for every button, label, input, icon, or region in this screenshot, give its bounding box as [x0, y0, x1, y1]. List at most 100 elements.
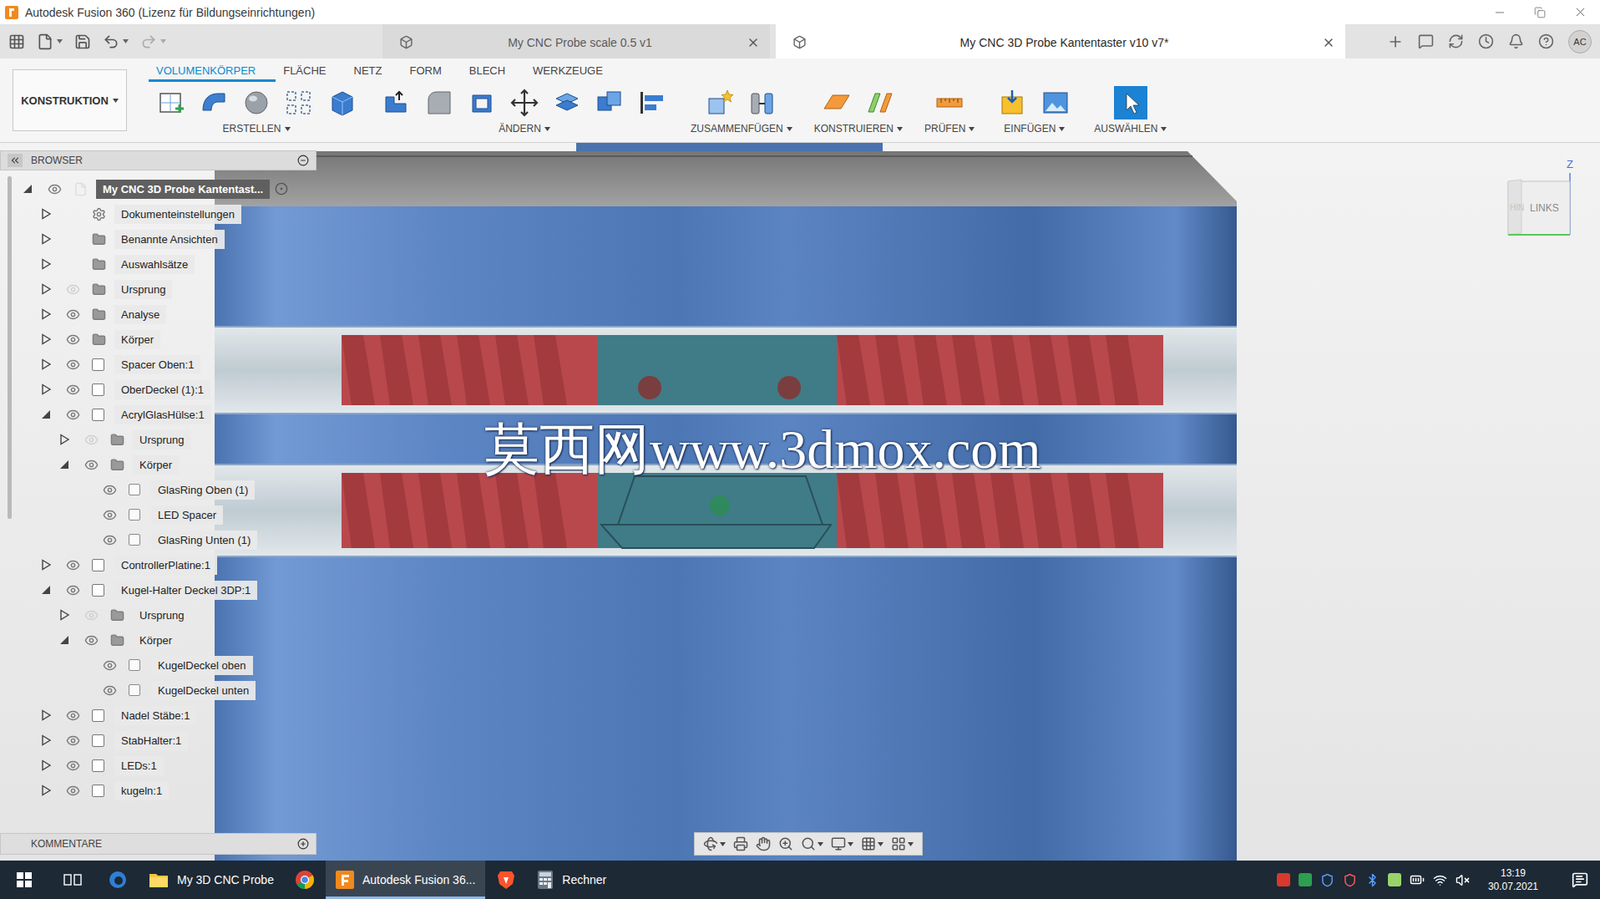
- fit-button[interactable]: [800, 835, 824, 851]
- expanded-arrow-icon[interactable]: [21, 182, 34, 195]
- job-status-icon[interactable]: [1478, 33, 1494, 50]
- collapsed-arrow-icon[interactable]: [40, 383, 52, 395]
- eye-icon[interactable]: [65, 307, 81, 322]
- look-at-button[interactable]: [733, 835, 749, 851]
- orbit-button[interactable]: [703, 835, 726, 851]
- chrome-icon[interactable]: [294, 869, 315, 890]
- caret-down-icon[interactable]: [1058, 126, 1065, 132]
- replace-icon[interactable]: [593, 86, 626, 119]
- collapsed-arrow-icon[interactable]: [40, 232, 52, 245]
- tool-button[interactable]: [197, 86, 231, 120]
- start-button[interactable]: [0, 860, 49, 899]
- collapsed-arrow-icon[interactable]: [58, 433, 71, 446]
- orbit-icon[interactable]: [703, 835, 719, 851]
- eye-icon[interactable]: [65, 733, 81, 748]
- clock[interactable]: 13:1930.07.2021: [1478, 865, 1549, 893]
- eye-icon[interactable]: [65, 708, 81, 723]
- display-button[interactable]: [830, 835, 854, 851]
- tool-button[interactable]: [282, 86, 316, 120]
- tree-label[interactable]: GlasRing Unten (1): [151, 530, 258, 550]
- tree-label[interactable]: My CNC 3D Probe Kantentast...: [96, 179, 270, 199]
- sync-icon[interactable]: [1448, 33, 1464, 50]
- tree-row[interactable]: Körper: [0, 451, 289, 477]
- scrollbar[interactable]: [7, 176, 12, 519]
- viewports-icon[interactable]: [891, 835, 907, 851]
- eye-icon[interactable]: [65, 557, 81, 573]
- tree-label[interactable]: Ursprung: [114, 279, 173, 299]
- undo-button[interactable]: [102, 33, 129, 51]
- eye-icon[interactable]: [65, 582, 81, 598]
- extrude-icon[interactable]: [197, 86, 230, 119]
- tool-button[interactable]: [1038, 86, 1073, 120]
- axis-icon[interactable]: [863, 86, 896, 119]
- caret-down-icon[interactable]: [112, 98, 119, 103]
- tree-label[interactable]: Auswahlsätze: [114, 254, 195, 274]
- tree-label[interactable]: StabHalter:1: [114, 730, 188, 750]
- tree-row[interactable]: Kugel-Halter Deckel 3DP:1: [0, 577, 289, 603]
- decal-icon[interactable]: [1039, 86, 1072, 119]
- caret-down-icon[interactable]: [896, 126, 903, 132]
- tree-row[interactable]: GlasRing Oben (1): [0, 476, 289, 502]
- tree-label[interactable]: Körper: [132, 630, 179, 650]
- ribbon-tab[interactable]: BLECH: [461, 61, 526, 82]
- bluetooth-icon[interactable]: [1365, 872, 1380, 887]
- eye-icon[interactable]: [65, 357, 81, 372]
- caret-down-icon[interactable]: [1160, 126, 1167, 132]
- hidden-eye-icon[interactable]: [65, 282, 81, 297]
- document-tab-label[interactable]: My CNC Probe scale 0.5 v1: [421, 35, 739, 50]
- hidden-eye-icon[interactable]: [84, 432, 99, 447]
- tool-button[interactable]: [745, 86, 780, 120]
- notification-icon[interactable]: [1571, 870, 1589, 888]
- undo-icon[interactable]: [102, 33, 120, 51]
- collapsed-arrow-icon[interactable]: [40, 759, 52, 771]
- tree-row[interactable]: Ursprung: [0, 602, 289, 628]
- collapsed-arrow-icon[interactable]: [40, 283, 52, 295]
- caret-down-icon[interactable]: [544, 126, 551, 132]
- tree-row[interactable]: AcrylGlasHülse:1: [0, 401, 289, 427]
- hidden-eye-icon[interactable]: [84, 607, 99, 623]
- target-icon[interactable]: [274, 182, 289, 196]
- view-cube[interactable]: ZHINLINKS: [1501, 154, 1582, 247]
- eye-icon[interactable]: [65, 382, 81, 397]
- tree-label[interactable]: Körper: [114, 329, 161, 350]
- eye-icon[interactable]: [65, 783, 81, 798]
- caret-down-icon[interactable]: [719, 841, 726, 846]
- tree-label[interactable]: Körper: [132, 455, 179, 475]
- tool-button[interactable]: [932, 86, 967, 120]
- eye-icon[interactable]: [65, 758, 81, 773]
- viewports-button[interactable]: [891, 835, 914, 851]
- file-icon[interactable]: [36, 33, 54, 51]
- tree-row[interactable]: My CNC 3D Probe Kantentast...: [0, 176, 289, 202]
- collapse-button[interactable]: [7, 153, 23, 168]
- tool-button[interactable]: [550, 86, 584, 120]
- glass-ring[interactable]: [214, 326, 1237, 414]
- folder-icon[interactable]: [148, 870, 169, 888]
- tree-row[interactable]: Ursprung: [0, 426, 289, 452]
- tool-button[interactable]: [862, 86, 897, 120]
- press-pull-icon[interactable]: [380, 86, 413, 119]
- taskbar-item[interactable]: Rechner: [526, 860, 669, 899]
- tree-row[interactable]: Ursprung: [0, 276, 289, 302]
- tray-app-icon[interactable]: [1387, 872, 1402, 887]
- tool-button[interactable]: [465, 86, 499, 120]
- security-icon[interactable]: [1342, 872, 1357, 887]
- tree-label[interactable]: Nadel Stäbe:1: [114, 705, 197, 725]
- tree-row[interactable]: LED Spacer: [0, 501, 289, 527]
- taskbar-item[interactable]: Autodesk Fusion 36...: [325, 860, 486, 899]
- caret-down-icon[interactable]: [122, 39, 129, 44]
- tool-button[interactable]: [996, 86, 1030, 120]
- select-icon[interactable]: [1114, 86, 1147, 119]
- plane-icon[interactable]: [820, 86, 853, 119]
- ribbon-tab[interactable]: FLÄCHE: [275, 61, 346, 82]
- tree-row[interactable]: KugelDeckel unten: [0, 677, 289, 703]
- volume-muted-icon[interactable]: [1455, 872, 1470, 887]
- collapse-icon[interactable]: [9, 154, 21, 167]
- eye-icon[interactable]: [84, 457, 99, 472]
- eye-icon[interactable]: [47, 182, 62, 197]
- tree-label[interactable]: Kugel-Halter Deckel 3DP:1: [114, 580, 258, 600]
- box-icon[interactable]: [325, 86, 358, 119]
- comments-bar[interactable]: KOMMENTARE: [0, 832, 317, 855]
- eye-icon[interactable]: [84, 632, 99, 648]
- insert-svg-icon[interactable]: [997, 86, 1029, 119]
- caret-down-icon[interactable]: [877, 841, 884, 846]
